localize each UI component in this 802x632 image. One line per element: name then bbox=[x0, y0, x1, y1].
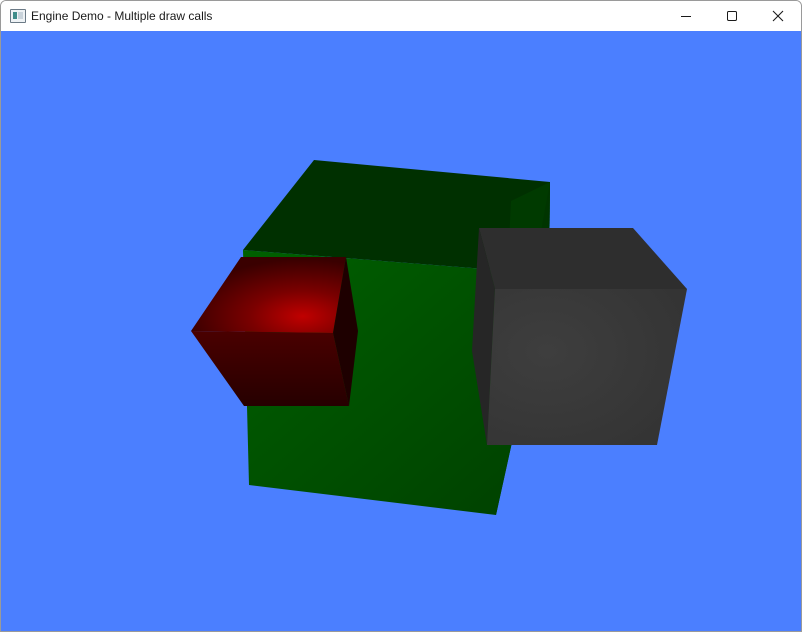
close-button[interactable] bbox=[755, 1, 801, 31]
scene-canvas bbox=[191, 160, 687, 515]
minimize-icon bbox=[681, 16, 691, 17]
red-cube bbox=[191, 257, 358, 406]
app-window-icon bbox=[10, 9, 26, 23]
render-viewport[interactable] bbox=[1, 31, 801, 631]
title-bar[interactable]: Engine Demo - Multiple draw calls bbox=[1, 1, 801, 31]
app-window: Engine Demo - Multiple draw calls bbox=[0, 0, 802, 632]
window-title: Engine Demo - Multiple draw calls bbox=[31, 9, 213, 23]
maximize-button[interactable] bbox=[709, 1, 755, 31]
close-icon bbox=[772, 10, 784, 22]
gray-cube bbox=[472, 228, 687, 445]
maximize-icon bbox=[727, 11, 737, 21]
minimize-button[interactable] bbox=[663, 1, 709, 31]
